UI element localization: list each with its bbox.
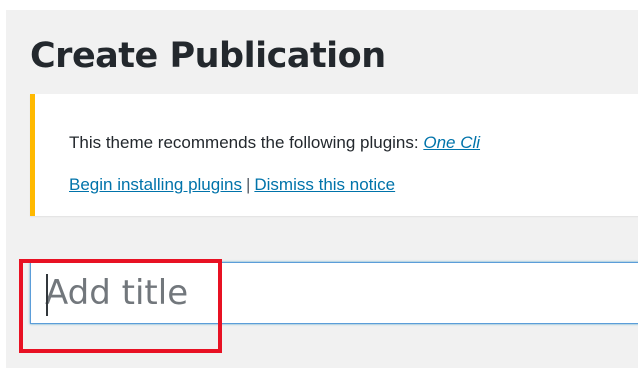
screen: Create Publication This theme recommends… bbox=[0, 0, 638, 378]
notice-actions: Begin installing plugins|Dismiss this no… bbox=[69, 173, 395, 197]
text-cursor bbox=[46, 274, 48, 316]
notice-message: This theme recommends the following plug… bbox=[69, 131, 480, 155]
dismiss-notice-link[interactable]: Dismiss this notice bbox=[254, 175, 395, 194]
page-title: Create Publication bbox=[30, 32, 386, 80]
plugin-link[interactable]: One Cli bbox=[423, 133, 480, 152]
begin-installing-link[interactable]: Begin installing plugins bbox=[69, 175, 242, 194]
notice-message-text: This theme recommends the following plug… bbox=[69, 133, 423, 152]
title-input[interactable] bbox=[30, 262, 638, 324]
notice-separator: | bbox=[242, 175, 254, 194]
content-area: Create Publication This theme recommends… bbox=[6, 10, 638, 368]
plugin-notice: This theme recommends the following plug… bbox=[30, 94, 638, 216]
